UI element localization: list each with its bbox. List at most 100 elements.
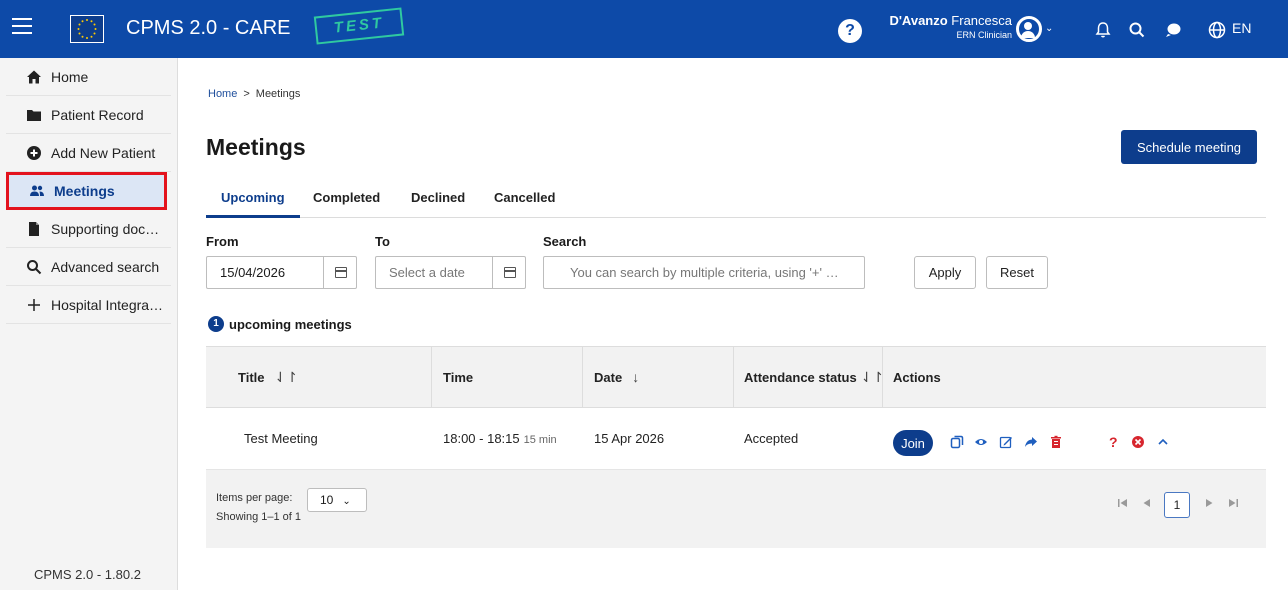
- table-row: Test Meeting 18:00 - 18:15 15 min 15 Apr …: [206, 408, 1266, 470]
- last-page-icon[interactable]: [1226, 496, 1240, 510]
- search-icon: [27, 259, 42, 274]
- search-placeholder: You can search by multiple criteria, usi…: [570, 265, 839, 280]
- from-date-value: 15/04/2026: [220, 265, 286, 280]
- breadcrumb: Home > Meetings: [208, 88, 300, 100]
- next-page-icon[interactable]: [1202, 496, 1216, 510]
- meetings-count: 1 upcoming meetings: [208, 316, 352, 332]
- app-version: CPMS 2.0 - 1.80.2: [34, 567, 141, 582]
- app-title: CPMS 2.0 - CARE: [126, 17, 291, 39]
- tab-upcoming[interactable]: Upcoming: [221, 190, 285, 205]
- question-mark-icon[interactable]: ?: [1109, 434, 1123, 450]
- meetings-table: Title ⇃↾ Time Date ↓ Attendance status ⇃↾ A…: [206, 346, 1266, 548]
- sidebar-item-label: Home: [51, 68, 89, 85]
- chevron-down-icon[interactable]: ⌄: [1045, 23, 1053, 34]
- column-divider: [882, 347, 883, 408]
- people-icon: [30, 185, 44, 196]
- breadcrumb-home-link[interactable]: Home: [208, 88, 237, 100]
- chevron-up-icon[interactable]: [1156, 435, 1170, 449]
- view-eye-icon[interactable]: [974, 435, 988, 449]
- sidebar: Home Patient Record Add New Patient Meet…: [0, 58, 178, 590]
- column-divider: [582, 347, 583, 408]
- sort-icon[interactable]: ⇃↾: [275, 369, 298, 385]
- tab-declined[interactable]: Declined: [411, 190, 465, 205]
- test-environment-stamp: TEST: [313, 7, 405, 45]
- to-label: To: [375, 234, 390, 249]
- sort-icon[interactable]: ⇃↾: [861, 369, 884, 385]
- help-icon[interactable]: ?: [838, 19, 862, 43]
- column-attendance-status[interactable]: Attendance status ⇃↾: [744, 347, 884, 408]
- arrow-down-icon[interactable]: ↓: [632, 369, 639, 385]
- join-button[interactable]: Join: [893, 430, 933, 456]
- sidebar-item-supporting-documents[interactable]: Supporting doc…: [6, 210, 171, 248]
- meeting-title[interactable]: Test Meeting: [244, 431, 318, 446]
- search-input[interactable]: You can search by multiple criteria, usi…: [543, 256, 865, 289]
- plus-icon: [28, 298, 40, 311]
- attendance-status: Accepted: [744, 431, 799, 446]
- current-page-button[interactable]: 1: [1164, 492, 1190, 518]
- meeting-time-range: 18:00 - 18:15: [443, 431, 520, 446]
- items-per-page-label: Items per page:: [216, 492, 293, 504]
- share-forward-icon[interactable]: [1024, 435, 1038, 449]
- count-text: upcoming meetings: [229, 316, 352, 332]
- user-firstname: Francesca: [947, 13, 1012, 28]
- schedule-meeting-button[interactable]: Schedule meeting: [1121, 130, 1257, 164]
- items-per-page-select[interactable]: 10 ⌄: [307, 488, 367, 512]
- sidebar-item-add-new-patient[interactable]: Add New Patient: [6, 134, 171, 172]
- apply-button[interactable]: Apply: [914, 256, 976, 289]
- document-icon: [29, 221, 39, 236]
- column-title[interactable]: Title ⇃↾: [238, 347, 298, 408]
- avatar-icon[interactable]: [1016, 16, 1042, 42]
- sidebar-item-home[interactable]: Home: [6, 58, 171, 96]
- tab-completed[interactable]: Completed: [313, 190, 380, 205]
- user-surname: D'Avanzo: [889, 13, 948, 28]
- from-label: From: [206, 234, 239, 249]
- sidebar-item-advanced-search[interactable]: Advanced search: [6, 248, 171, 286]
- sidebar-item-label: Supporting doc…: [51, 220, 160, 237]
- search-label: Search: [543, 234, 587, 249]
- column-date-label: Date: [594, 370, 623, 385]
- delete-icon[interactable]: [1049, 435, 1063, 449]
- globe-icon[interactable]: [1207, 20, 1227, 40]
- to-date-placeholder: Select a date: [389, 265, 465, 280]
- tab-cancelled[interactable]: Cancelled: [494, 190, 555, 205]
- sidebar-item-label: Patient Record: [51, 106, 144, 123]
- main-content: Home > Meetings Meetings Schedule meeting …: [178, 58, 1288, 590]
- first-page-icon[interactable]: [1116, 496, 1130, 510]
- calendar-icon[interactable]: [492, 257, 525, 288]
- table-footer: Items per page: 10 ⌄ Showing 1–1 of 1 1: [206, 470, 1266, 548]
- breadcrumb-separator: >: [243, 88, 250, 100]
- decline-circle-icon[interactable]: [1131, 435, 1145, 449]
- meeting-time: 18:00 - 18:15 15 min: [443, 431, 557, 446]
- items-per-page-value: 10: [320, 493, 334, 507]
- top-bar: CPMS 2.0 - CARE TEST ? D'Avanzo Francesc…: [0, 0, 1288, 58]
- column-divider: [733, 347, 734, 408]
- to-date-field[interactable]: Select a date: [375, 256, 526, 289]
- user-info[interactable]: D'Avanzo Francesca ERN Clinician: [874, 13, 1012, 40]
- column-actions: Actions: [893, 370, 941, 385]
- column-date[interactable]: Date ↓: [594, 347, 639, 408]
- chevron-down-icon: ⌄: [342, 496, 351, 507]
- active-tab-indicator: [206, 215, 300, 218]
- calendar-icon[interactable]: [323, 257, 356, 288]
- chat-icon[interactable]: [1163, 20, 1183, 40]
- copy-icon[interactable]: [950, 435, 964, 449]
- column-title-label: Title: [238, 370, 265, 385]
- add-circle-icon: [27, 145, 41, 160]
- eu-flag-logo: [70, 15, 104, 43]
- breadcrumb-current: Meetings: [255, 88, 301, 100]
- language-selector[interactable]: EN: [1232, 20, 1251, 36]
- sidebar-item-patient-record[interactable]: Patient Record: [6, 96, 171, 134]
- previous-page-icon[interactable]: [1140, 496, 1154, 510]
- edit-icon[interactable]: [999, 435, 1013, 449]
- reset-button[interactable]: Reset: [986, 256, 1048, 289]
- hamburger-menu-icon[interactable]: [12, 18, 32, 38]
- sidebar-item-hospital-integration[interactable]: Hospital Integra…: [6, 286, 171, 324]
- folder-icon: [27, 109, 41, 121]
- column-time[interactable]: Time: [443, 347, 473, 408]
- search-icon[interactable]: [1127, 20, 1147, 40]
- bell-icon[interactable]: [1093, 20, 1113, 40]
- meeting-tabs: Upcoming Completed Declined Cancelled: [206, 180, 1266, 218]
- sidebar-item-meetings[interactable]: Meetings: [6, 172, 167, 210]
- from-date-field[interactable]: 15/04/2026: [206, 256, 357, 289]
- user-role: ERN Clinician: [956, 30, 1012, 40]
